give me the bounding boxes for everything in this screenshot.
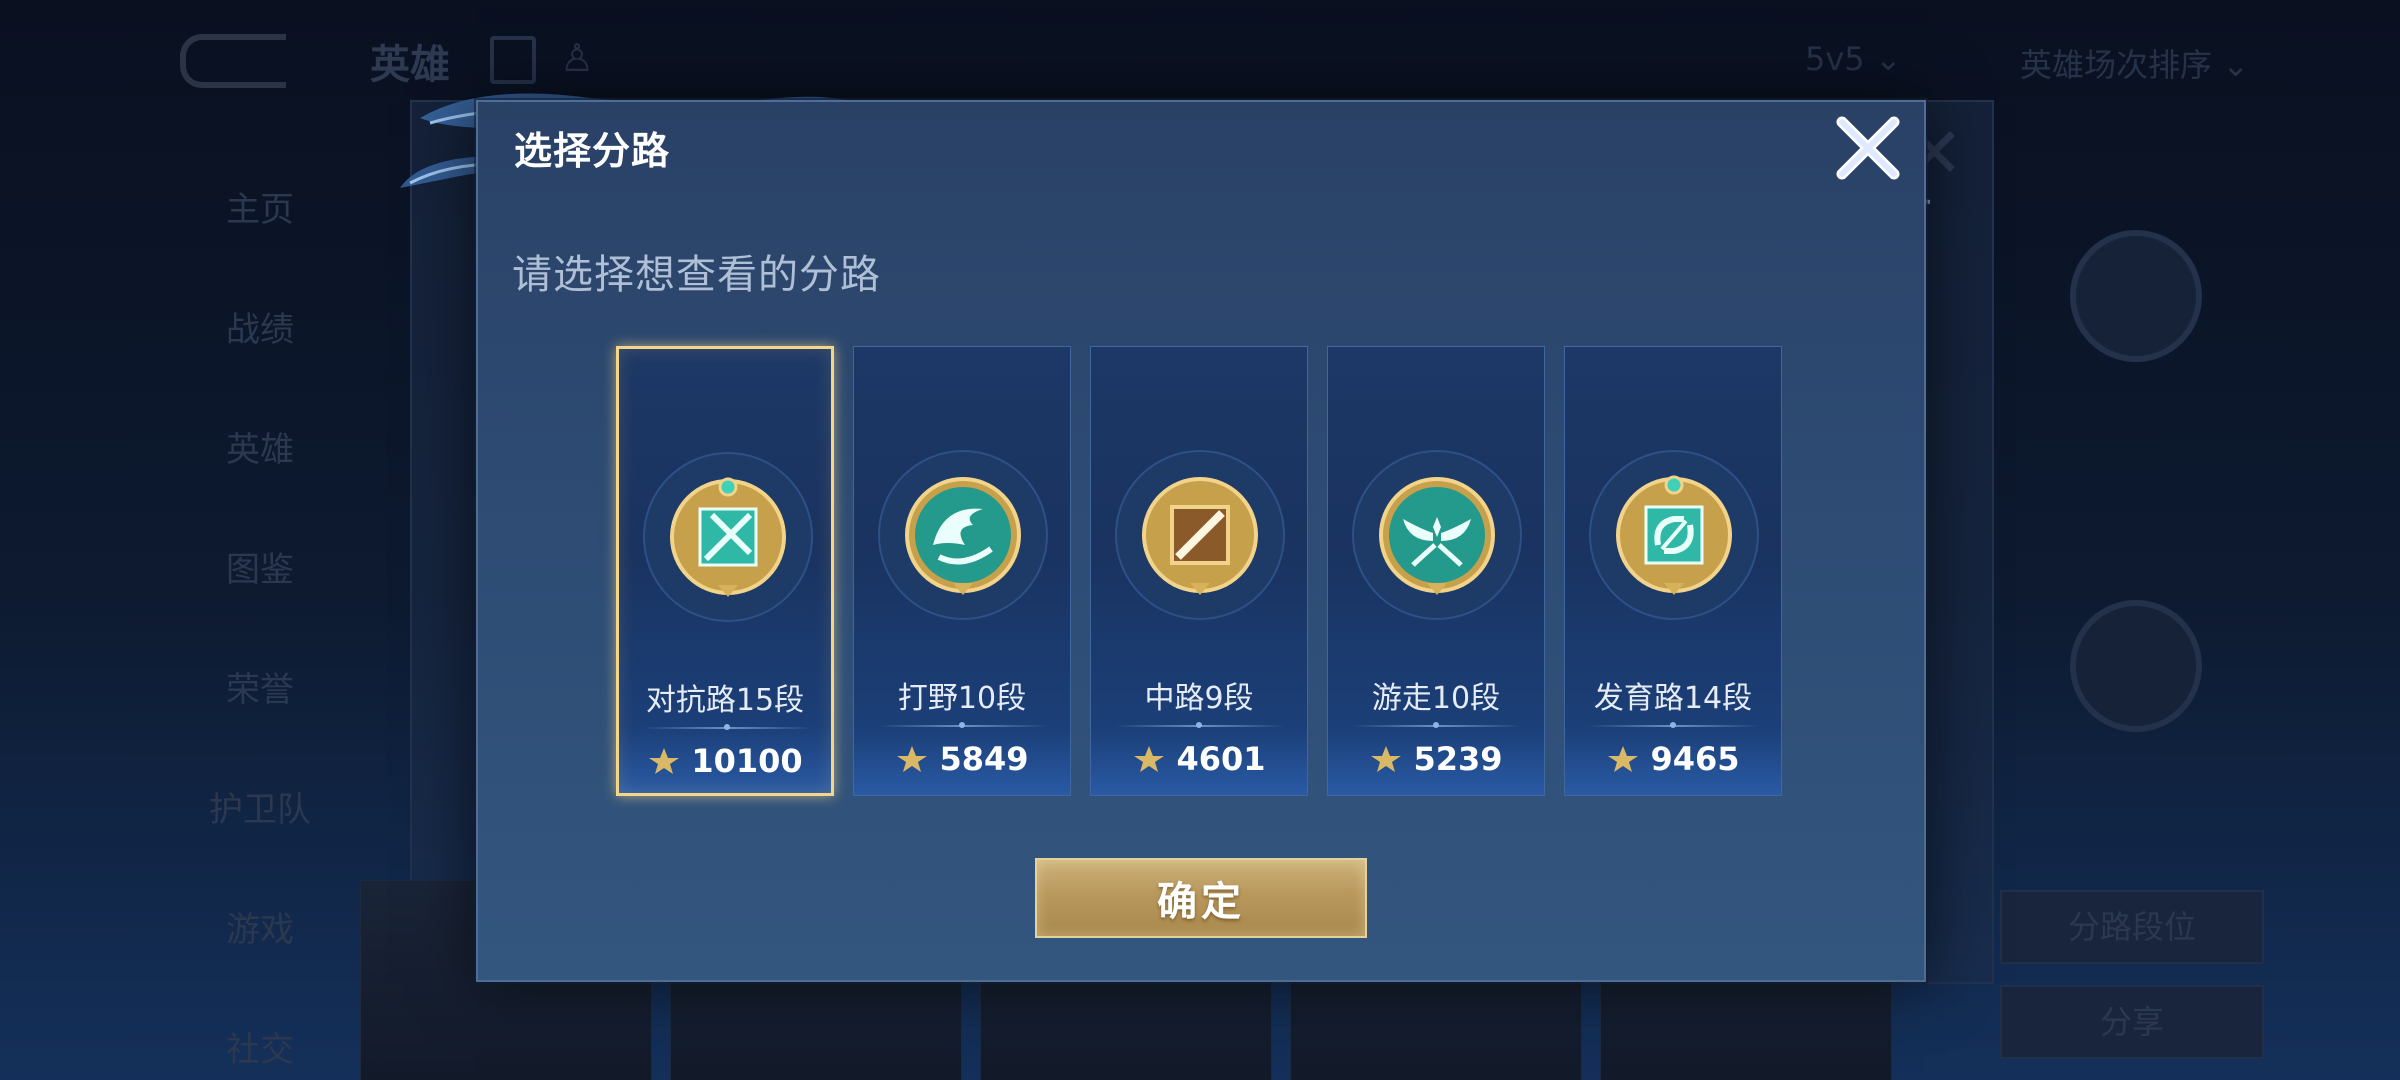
divider bbox=[1352, 722, 1522, 728]
points-value: 4601 bbox=[1176, 740, 1266, 778]
divider bbox=[643, 724, 813, 730]
lane-select-dialog: 选择分路 请选择想查看的分路 对抗路15段 10100 打野10段 5849 中… bbox=[476, 100, 1926, 982]
share-button: 分享 bbox=[2000, 985, 2264, 1059]
lane-card-bot[interactable]: 发育路14段 9465 bbox=[1564, 346, 1782, 796]
lane-rank-button: 分路段位 bbox=[2000, 890, 2264, 964]
sidebar-item: 英雄 bbox=[226, 430, 294, 470]
lane-label: 中路9段 bbox=[1144, 681, 1254, 716]
lane-label: 对抗路15段 bbox=[645, 683, 805, 718]
sort-select: 英雄场次排序 ⌄ bbox=[2020, 46, 2249, 84]
background-right-panel: 分路段位 分享 bbox=[2000, 100, 2264, 1080]
lane-label: 游走10段 bbox=[1371, 681, 1501, 716]
lane-points: 9465 bbox=[1565, 739, 1781, 779]
lane-card-top[interactable]: 对抗路15段 10100 bbox=[616, 346, 834, 796]
lane-list: 对抗路15段 10100 打野10段 5849 中路9段 4601 游走10段 … bbox=[616, 346, 1786, 798]
wings-icon bbox=[1347, 445, 1527, 625]
lane-label: 发育路14段 bbox=[1593, 681, 1753, 716]
power-points-icon bbox=[897, 746, 928, 772]
sword-clash-icon bbox=[638, 447, 818, 627]
close-icon bbox=[1836, 116, 1900, 180]
points-value: 9465 bbox=[1650, 740, 1740, 778]
points-value: 5849 bbox=[939, 740, 1029, 778]
bow-icon bbox=[1584, 445, 1764, 625]
lane-points: 4601 bbox=[1091, 739, 1307, 779]
divider bbox=[878, 722, 1048, 728]
sidebar-item: 图鉴 bbox=[226, 550, 294, 590]
staff-icon bbox=[1110, 445, 1290, 625]
game-screen: 英雄 ♙ 5v5 ⌄ 英雄场次排序 ⌄ 主页 战绩 英雄 图鉴 荣誉 护卫队 游… bbox=[0, 0, 2400, 1080]
power-points-icon bbox=[649, 748, 680, 774]
lane-card-mid[interactable]: 中路9段 4601 bbox=[1090, 346, 1308, 796]
badge-icon bbox=[2070, 230, 2202, 362]
lane-points: 5239 bbox=[1328, 739, 1544, 779]
dialog-title: 选择分路 bbox=[514, 129, 671, 173]
lane-card-roam[interactable]: 游走10段 5239 bbox=[1327, 346, 1545, 796]
sidebar-item: 护卫队 bbox=[209, 790, 311, 830]
sidebar-item: 荣誉 bbox=[226, 670, 294, 710]
power-points-icon bbox=[1608, 746, 1639, 772]
lane-points: 5849 bbox=[854, 739, 1070, 779]
power-points-icon bbox=[1371, 746, 1402, 772]
sidebar-item: 主页 bbox=[226, 190, 294, 230]
back-icon bbox=[180, 34, 286, 88]
divider bbox=[1589, 722, 1759, 728]
lane-points: 10100 bbox=[619, 741, 831, 781]
confirm-label: 确定 bbox=[1157, 879, 1245, 925]
sidebar-item: 游戏 bbox=[226, 910, 294, 950]
badge-icon bbox=[2070, 600, 2202, 732]
background-sidebar: 主页 战绩 英雄 图鉴 荣誉 护卫队 游戏 社交 bbox=[170, 150, 350, 1080]
divider bbox=[1115, 722, 1285, 728]
confirm-button[interactable]: 确定 bbox=[1035, 858, 1367, 938]
person-icon: ♙ bbox=[560, 36, 595, 80]
sidebar-item: 社交 bbox=[226, 1030, 294, 1070]
points-value: 10100 bbox=[691, 742, 803, 780]
dialog-subtitle: 请选择想查看的分路 bbox=[512, 252, 881, 298]
mode-select: 5v5 ⌄ bbox=[1805, 40, 1902, 78]
power-points-icon bbox=[1134, 746, 1165, 772]
dragon-icon bbox=[873, 445, 1053, 625]
lane-card-jungle[interactable]: 打野10段 5849 bbox=[853, 346, 1071, 796]
points-value: 5239 bbox=[1413, 740, 1503, 778]
close-button[interactable] bbox=[1830, 110, 1906, 186]
book-icon bbox=[490, 36, 536, 84]
sidebar-item: 战绩 bbox=[226, 310, 294, 350]
lane-label: 打野10段 bbox=[897, 681, 1027, 716]
